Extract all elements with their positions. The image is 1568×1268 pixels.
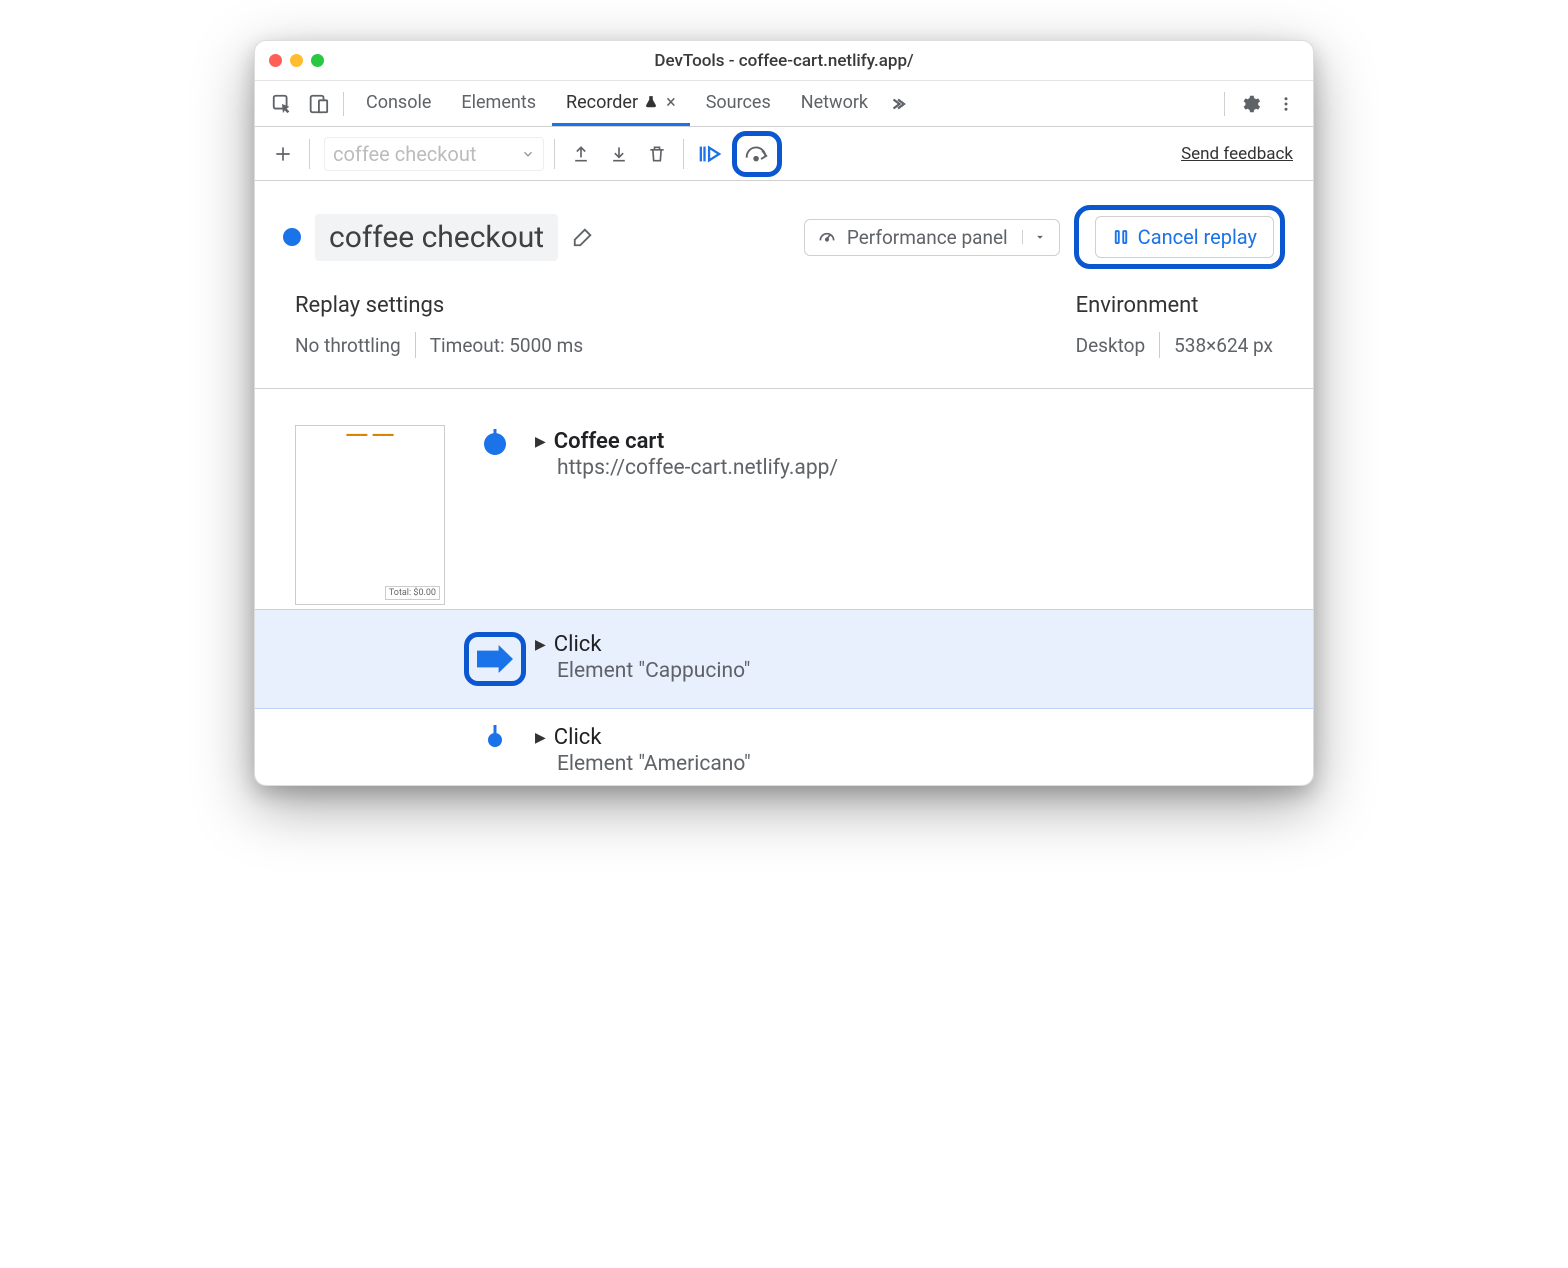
tab-console[interactable]: Console [352,81,445,126]
close-window-button[interactable] [269,54,282,67]
environment-heading: Environment [1076,293,1273,318]
settings-row: Replay settings No throttling Timeout: 5… [255,293,1313,389]
device-value: Desktop [1076,334,1146,357]
titlebar: DevTools - coffee-cart.netlify.app/ [255,41,1313,81]
more-tabs-icon[interactable] [884,87,918,121]
window-title: DevTools - coffee-cart.netlify.app/ [255,51,1313,71]
tab-elements[interactable]: Elements [447,81,550,126]
step-over-highlight [732,131,782,177]
experiment-icon [644,95,658,109]
expand-icon[interactable]: ▶ [535,637,546,653]
step-title: Click [554,632,602,657]
step-row-start[interactable]: ▬▬▬ ▬▬▬ Total: $0.00 ▶ Coffee cart https… [255,429,1313,609]
step-thumbnail: ▬▬▬ ▬▬▬ Total: $0.00 [295,425,445,605]
tab-recorder[interactable]: Recorder × [552,81,690,126]
separator [343,92,344,116]
chevron-down-icon [1022,230,1047,244]
replay-settings: Replay settings No throttling Timeout: 5… [295,293,583,358]
replay-settings-heading: Replay settings [295,293,583,318]
delete-icon[interactable] [641,138,673,170]
timeline-node-pending [488,733,502,747]
step-row-current[interactable]: ▶ Click Element "Cappucino" [255,609,1313,709]
current-step-arrow-icon [477,645,513,673]
expand-icon[interactable]: ▶ [535,434,546,450]
device-toolbar-icon[interactable] [301,87,335,121]
recording-header: coffee checkout Performance panel Cancel… [255,181,1313,293]
separator [1224,92,1225,116]
cancel-replay-highlight: Cancel replay [1074,205,1285,269]
current-step-highlight [464,632,526,686]
devtools-window: DevTools - coffee-cart.netlify.app/ Cons… [254,40,1314,786]
step-subtitle: Element "Americano" [557,752,1273,776]
throttling-value[interactable]: No throttling [295,334,401,357]
tab-sources[interactable]: Sources [692,81,785,126]
close-tab-icon[interactable]: × [666,92,676,113]
step-title: Click [554,725,602,750]
minimize-window-button[interactable] [290,54,303,67]
cancel-replay-button[interactable]: Cancel replay [1095,216,1274,258]
viewport-value: 538×624 px [1174,334,1273,357]
thumbnail-total: Total: $0.00 [385,586,440,600]
edit-name-icon[interactable] [572,226,594,248]
new-recording-icon[interactable] [267,138,299,170]
maximize-window-button[interactable] [311,54,324,67]
inspect-element-icon[interactable] [265,87,299,121]
step-subtitle: https://coffee-cart.netlify.app/ [557,456,1273,480]
step-over-icon[interactable] [741,138,773,170]
settings-gear-icon[interactable] [1233,87,1267,121]
export-icon[interactable] [565,138,597,170]
expand-icon[interactable]: ▶ [535,730,546,746]
main-tabbar: Console Elements Recorder × Sources Netw… [255,81,1313,127]
step-title: Coffee cart [554,429,665,454]
recording-status-dot [283,228,301,246]
step-subtitle: Element "Cappucino" [557,659,1273,683]
gauge-icon [817,227,837,247]
recorder-toolbar: coffee checkout Send feedback [255,127,1313,181]
kebab-menu-icon[interactable] [1269,87,1303,121]
performance-panel-select[interactable]: Performance panel [804,219,1060,256]
environment-settings: Environment Desktop 538×624 px [1076,293,1273,358]
send-feedback-link[interactable]: Send feedback [1181,144,1301,164]
tab-network[interactable]: Network [787,81,882,126]
traffic-lights [269,54,324,67]
continue-replay-icon[interactable] [694,138,726,170]
chevron-down-icon [521,147,535,161]
pause-icon [1112,228,1130,246]
timeout-value[interactable]: Timeout: 5000 ms [430,334,583,357]
recording-select[interactable]: coffee checkout [324,137,544,171]
step-row-pending[interactable]: ▶ Click Element "Americano" [255,709,1313,785]
timeline-node-start [484,433,506,455]
import-icon[interactable] [603,138,635,170]
steps-list: ▬▬▬ ▬▬▬ Total: $0.00 ▶ Coffee cart https… [255,389,1313,785]
recording-name[interactable]: coffee checkout [315,214,558,261]
